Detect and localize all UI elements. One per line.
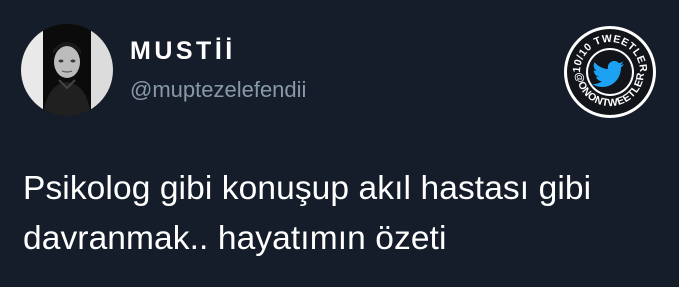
- username-handle[interactable]: @muptezelefendii: [130, 79, 306, 101]
- badge-logo: 10/10 TWEETLER @ONONTWEETLER: [564, 26, 656, 118]
- tweet-text-line-2: davranmak.. hayatımın özeti: [23, 220, 447, 257]
- display-name[interactable]: MUSTİİ: [130, 39, 236, 64]
- avatar[interactable]: [21, 24, 113, 116]
- profile-photo-icon: [21, 24, 113, 116]
- tweet-text-line-1: Psikolog gibi konuşup akıl hastası gibi: [23, 170, 592, 207]
- watermark-badge: 10/10 TWEETLER @ONONTWEETLER: [562, 24, 658, 120]
- tweet-card: MUSTİİ @muptezelefendii 10/10 TWEETLER @…: [0, 0, 679, 287]
- tweet-text: Psikolog gibi konuşup akıl hastası gibi …: [23, 164, 663, 264]
